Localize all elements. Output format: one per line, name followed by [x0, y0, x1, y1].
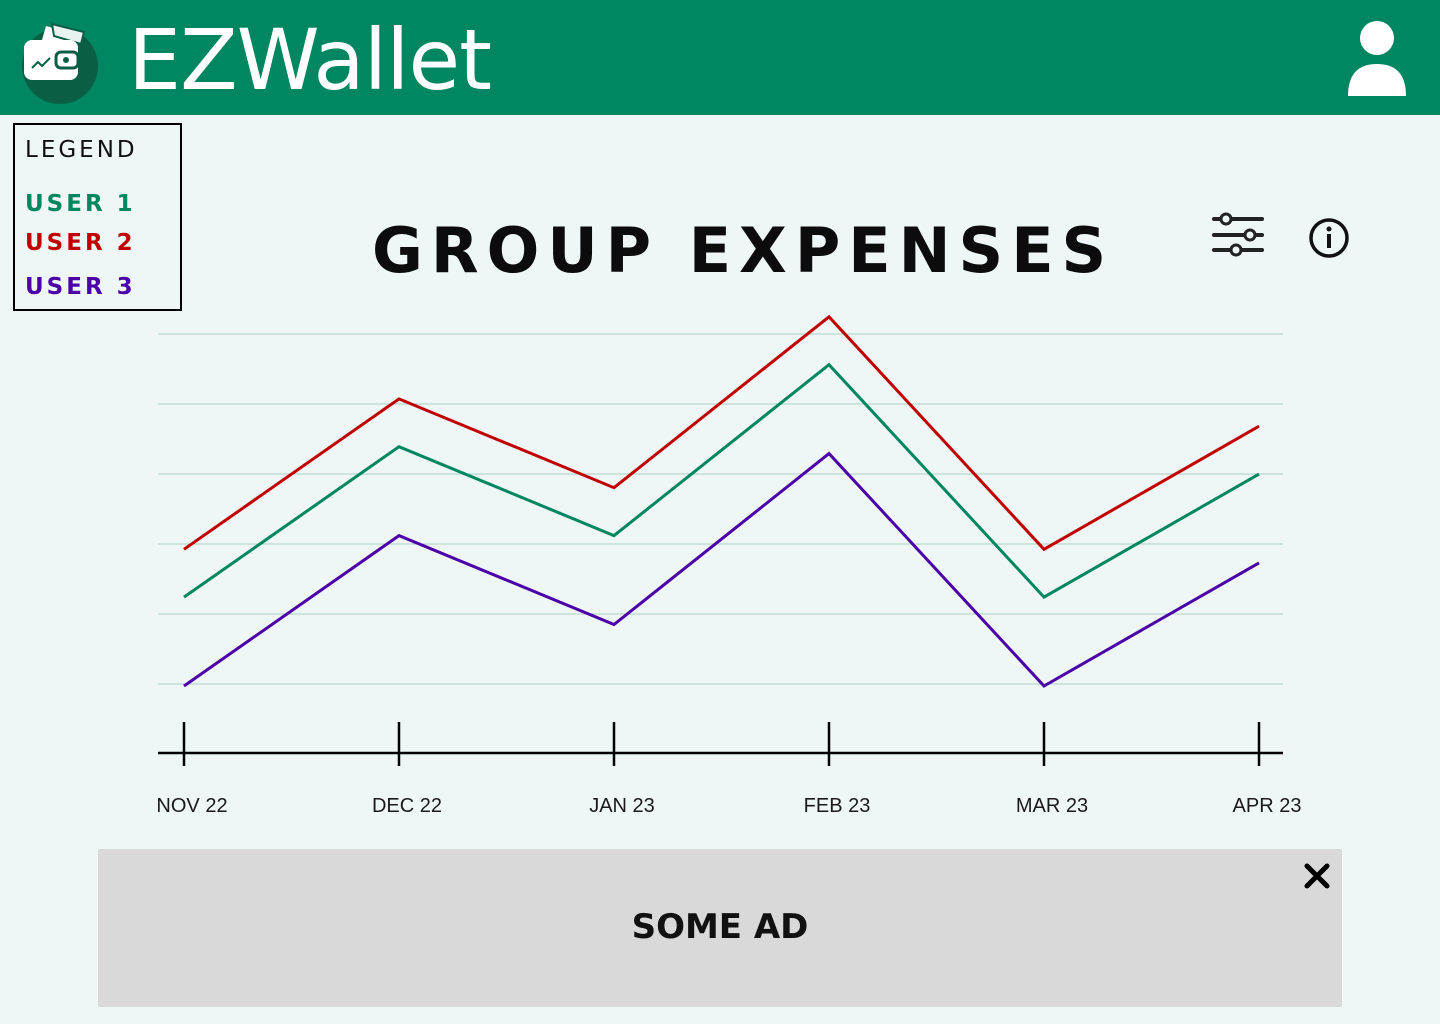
app-title: EZWallet [128, 11, 492, 109]
legend-item-user-3: USER 3 [25, 274, 136, 300]
x-tick-label-4: MAR 23 [1016, 795, 1088, 817]
info-icon[interactable] [1307, 216, 1351, 260]
close-icon[interactable] [1302, 861, 1332, 891]
x-tick-label-3: FEB 23 [804, 795, 871, 817]
legend-title: LEGEND [25, 137, 138, 163]
chart-title: GROUP EXPENSES [372, 214, 1115, 287]
ad-banner[interactable]: SOME AD [98, 849, 1342, 1007]
x-tick-label-2: JAN 23 [589, 795, 655, 817]
series-line-user-2 [183, 314, 1260, 552]
series-line-user-3 [183, 451, 1260, 688]
x-tick-label-1: DEC 22 [372, 795, 442, 817]
user-avatar-icon[interactable] [1346, 18, 1408, 98]
x-tick-label-0: NOV 22 [156, 795, 227, 817]
sliders-icon[interactable] [1210, 210, 1266, 260]
legend-item-user-2: USER 2 [25, 230, 136, 256]
ad-label: SOME AD [631, 907, 809, 947]
x-tick-label-5: APR 23 [1233, 795, 1302, 817]
wallet-icon [18, 18, 102, 106]
series-line-user-1 [183, 362, 1260, 599]
group-expenses-chart: NOV 22 DEC 22 JAN 23 FEB 23 MAR 23 APR 23 [156, 314, 1302, 817]
chart-legend: LEGEND USER 1 USER 2 USER 3 [13, 123, 182, 311]
legend-item-user-1: USER 1 [25, 191, 136, 217]
top-app-bar: EZWallet [0, 0, 1440, 115]
